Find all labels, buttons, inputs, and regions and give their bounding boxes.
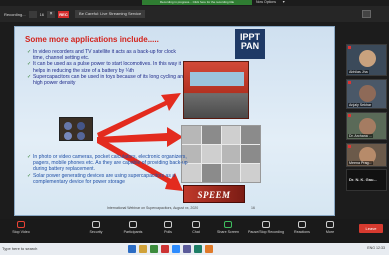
ippt-pan-logo: IPPT PAN <box>235 29 265 59</box>
chat-button[interactable]: Chat <box>186 221 206 241</box>
meeting-toolbar: Stop Video Security Participants Polls C… <box>0 219 389 243</box>
taskbar-apps <box>128 245 213 253</box>
stop-video-button[interactable]: Stop Video <box>6 221 36 241</box>
taskbar-app-icon[interactable] <box>161 245 169 253</box>
participant-tile[interactable]: Anjaly Sekhar <box>346 79 387 109</box>
recording-count: 16 <box>39 11 45 17</box>
zoom-window: Recording in progress... Click here for … <box>0 0 389 255</box>
chevron-down-icon[interactable]: ▼ <box>282 0 285 5</box>
slide-page-number: 16 <box>251 206 255 210</box>
bullet-item: Solar power generating devices are using… <box>27 173 192 185</box>
participants-button[interactable]: Participants <box>118 221 148 241</box>
taskbar-app-icon[interactable] <box>194 245 202 253</box>
video-icon <box>17 221 25 228</box>
polls-icon <box>164 221 172 228</box>
share-screen-icon <box>224 221 232 228</box>
security-button[interactable]: Security <box>84 221 108 241</box>
slide-title: Some more applications include..... <box>25 35 159 44</box>
mic-muted-icon <box>348 145 351 148</box>
bullet-list-bottom: In photo or video cameras, pocket calcul… <box>27 154 192 185</box>
bullet-item: In video recorders and TV satellite it a… <box>27 49 187 61</box>
avatar <box>359 85 376 102</box>
polls-button[interactable]: Polls <box>158 221 178 241</box>
mic-muted-icon <box>348 114 351 117</box>
slide-footer: International Webinar on Supercapacitors… <box>107 206 199 210</box>
bullet-item: In photo or video cameras, pocket calcul… <box>27 154 192 173</box>
dropdown-button[interactable] <box>28 10 37 18</box>
host-tile[interactable]: Dr. N. K. Gau... <box>346 169 387 191</box>
taskbar-app-icon[interactable] <box>183 245 191 253</box>
more-icon <box>326 221 334 228</box>
supercapacitor-board-image <box>59 117 93 141</box>
taskbar-app-icon[interactable] <box>205 245 213 253</box>
participants-icon <box>129 221 137 228</box>
participant-name: Meena Prag... <box>348 161 373 165</box>
bus-image <box>183 61 249 119</box>
notification-text: Recording in progress... Click here for … <box>159 0 235 4</box>
bullet-list-top: In video recorders and TV satellite it a… <box>27 49 187 86</box>
participant-name: Abhilas Jha <box>348 70 369 74</box>
windows-taskbar: Type here to search ENG 12:33 <box>0 243 389 255</box>
arrows-graphic <box>97 93 183 191</box>
shared-slide: Some more applications include..... IPPT… <box>14 26 335 216</box>
shield-icon <box>92 221 100 228</box>
mic-muted-icon <box>348 81 351 84</box>
taskbar-app-icon[interactable] <box>172 245 180 253</box>
record-icon <box>262 221 270 228</box>
bullet-item: Supercapacitors can be used in toys beca… <box>27 74 187 86</box>
gallery-view-icon[interactable] <box>362 10 371 18</box>
session-title[interactable]: Be Careful: Live Streaming Service <box>75 10 146 18</box>
recording-status: Recording... 16 × REC Be Careful: Live S… <box>4 10 146 19</box>
share-screen-button[interactable]: Share Screen <box>212 221 244 241</box>
more-button[interactable]: More <box>320 221 340 241</box>
avatar <box>359 118 376 135</box>
bullet-item: It can be used as a pulse power to start… <box>27 61 187 73</box>
smiley-icon <box>298 221 306 228</box>
racecar-image: SPEEM <box>183 185 245 203</box>
recording-label: Recording... <box>4 11 26 17</box>
view-options-link[interactable]: Now Options <box>256 0 276 5</box>
taskbar-app-icon[interactable] <box>150 245 158 253</box>
taskbar-search[interactable]: Type here to search <box>2 246 37 251</box>
leave-button[interactable]: Leave <box>359 224 383 233</box>
recording-notification[interactable]: Recording in progress... Click here for … <box>142 0 252 5</box>
taskbar-app-icon[interactable] <box>128 245 136 253</box>
chat-icon <box>192 221 200 228</box>
participant-tile[interactable]: Abhilas Jha <box>346 44 387 76</box>
taskbar-app-icon[interactable] <box>139 245 147 253</box>
host-name: Dr. N. K. Gau... <box>349 177 377 182</box>
participant-name: Dr. Archana ... <box>348 134 373 138</box>
pause-stop-recording-button[interactable]: Pause/Stop Recording <box>246 221 286 241</box>
participant-tile[interactable]: Meena Prag... <box>346 143 387 167</box>
participant-tile[interactable]: Dr. Archana ... <box>346 112 387 140</box>
close-icon[interactable]: × <box>47 10 56 18</box>
top-links: Now Options ▼ <box>256 0 286 5</box>
reactions-button[interactable]: Reactions <box>290 221 314 241</box>
participant-name: Anjaly Sekhar <box>348 103 373 107</box>
rec-badge: REC <box>58 10 70 18</box>
avatar <box>359 50 376 67</box>
system-tray[interactable]: ENG 12:33 <box>367 246 385 250</box>
mic-muted-icon <box>348 46 351 49</box>
devices-collage-image <box>181 125 261 183</box>
recording-bar: Recording... 16 × REC Be Careful: Live S… <box>0 6 389 22</box>
